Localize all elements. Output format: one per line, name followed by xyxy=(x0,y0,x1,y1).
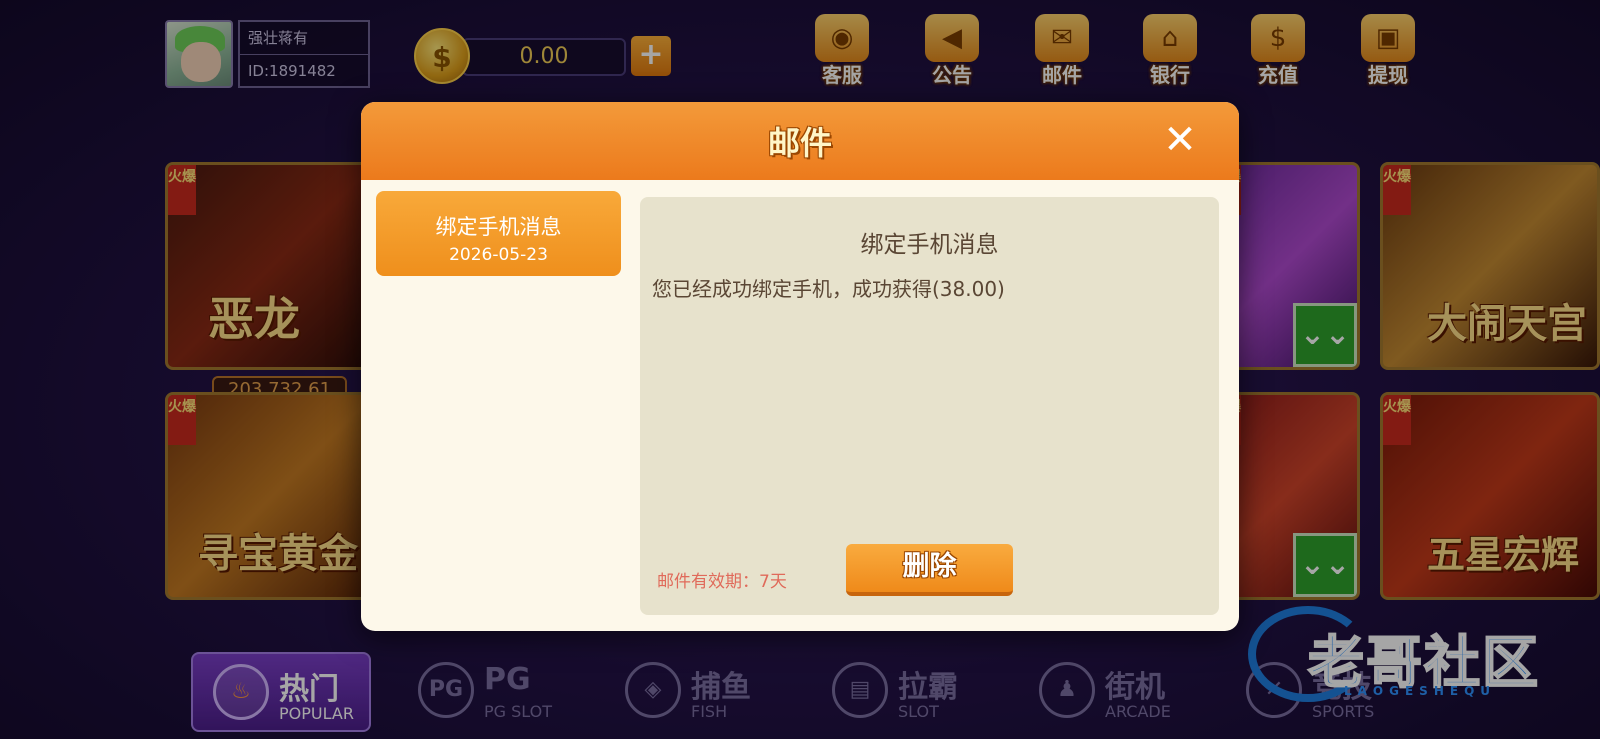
close-icon[interactable]: ✕ xyxy=(1161,120,1199,160)
message-title: 绑定手机消息 xyxy=(860,232,999,258)
dialog-title: 邮件 xyxy=(767,124,832,162)
dialog-header: 邮件 ✕ xyxy=(361,102,1239,180)
message-panel: 绑定手机消息 您已经成功绑定手机，成功获得(38.00) 邮件有效期：7天 删除 xyxy=(640,197,1219,615)
message-body: 您已经成功绑定手机，成功获得(38.00) xyxy=(652,277,1005,301)
mail-list-item[interactable]: 绑定手机消息 2026-05-23 xyxy=(376,191,621,276)
delete-button[interactable]: 删除 xyxy=(846,544,1013,596)
mail-dialog: 邮件 ✕ 绑定手机消息 2026-05-23 绑定手机消息 您已经成功绑定手机，… xyxy=(361,102,1239,631)
mail-expiry: 邮件有效期：7天 xyxy=(657,572,787,592)
mail-item-date: 2026-05-23 xyxy=(449,245,548,265)
mail-item-title: 绑定手机消息 xyxy=(435,215,562,239)
